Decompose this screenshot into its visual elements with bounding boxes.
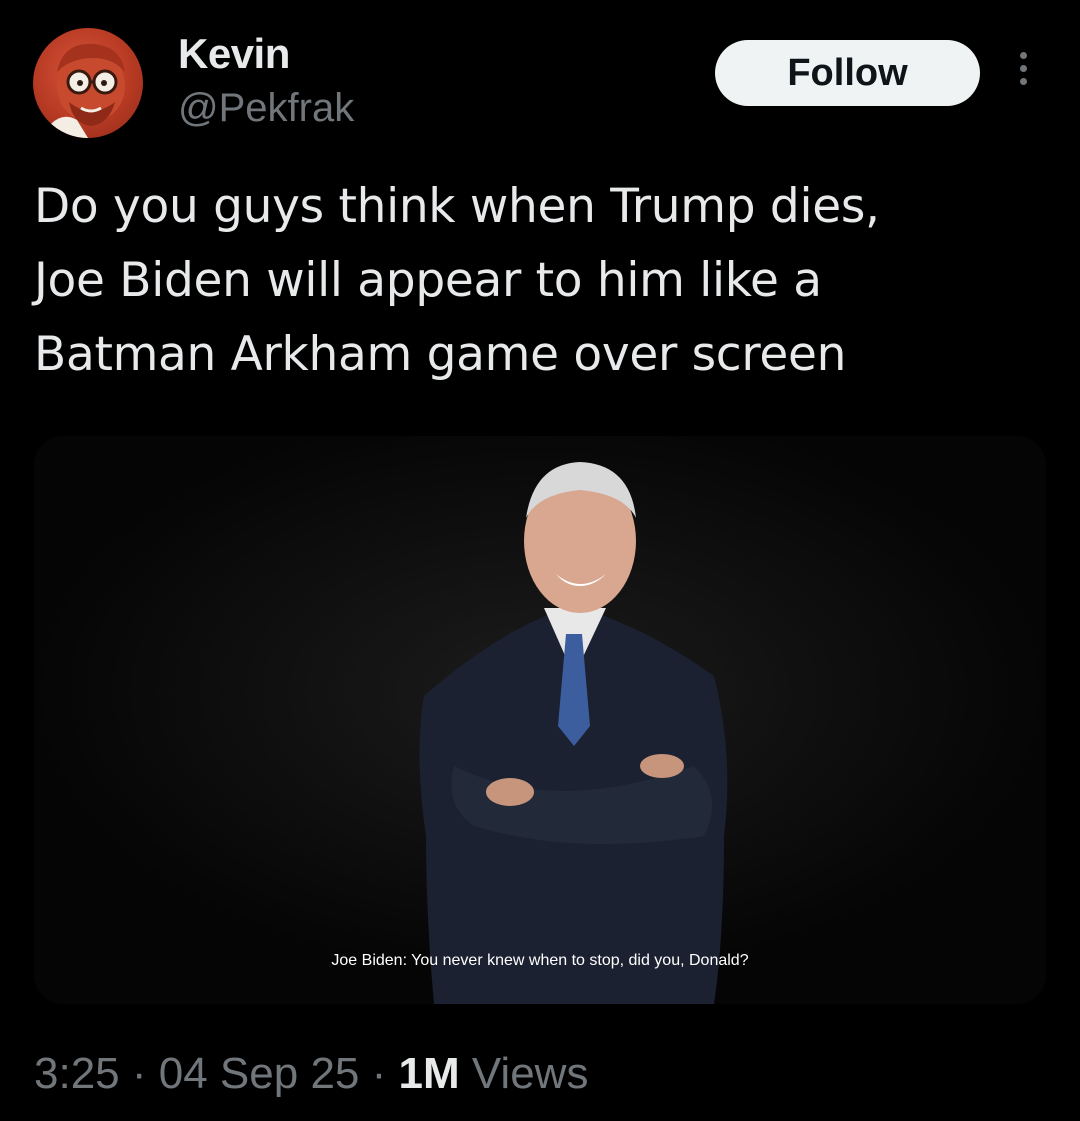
- tweet-media-image[interactable]: Joe Biden: You never knew when to stop, …: [34, 436, 1046, 1004]
- avatar-illustration: [43, 43, 125, 138]
- tweet-line: Do you guys think when Trump dies,: [34, 179, 880, 234]
- tweet-text: Do you guys think when Trump dies, Joe B…: [34, 170, 1044, 392]
- more-dot: [1019, 65, 1027, 72]
- user-handle[interactable]: @Pekfrak: [178, 84, 354, 132]
- meta-separator: ·: [371, 1049, 387, 1098]
- tweet-line: Batman Arkham game over screen: [34, 327, 847, 382]
- more-dot: [1019, 78, 1027, 85]
- more-options-icon[interactable]: [1010, 52, 1036, 96]
- views-count: 1M: [398, 1049, 460, 1098]
- photo-illustration: [34, 436, 1046, 1004]
- display-name[interactable]: Kevin: [178, 30, 290, 78]
- more-dot: [1019, 52, 1027, 59]
- media-subtitle: Joe Biden: You never knew when to stop, …: [331, 952, 749, 969]
- follow-button[interactable]: Follow: [715, 40, 980, 106]
- tweet-line: Joe Biden will appear to him like a: [34, 253, 822, 308]
- cartoon-avatar-icon[interactable]: [33, 28, 143, 138]
- tweet-date[interactable]: 04 Sep 25: [159, 1049, 360, 1098]
- tweet-time[interactable]: 3:25: [34, 1049, 120, 1098]
- tweet-header: Kevin @Pekfrak Follow: [0, 0, 1080, 150]
- views-label: Views: [471, 1049, 589, 1098]
- tweet-meta: 3:25 · 04 Sep 25 · 1M Views: [34, 1044, 588, 1104]
- meta-separator: ·: [131, 1049, 147, 1098]
